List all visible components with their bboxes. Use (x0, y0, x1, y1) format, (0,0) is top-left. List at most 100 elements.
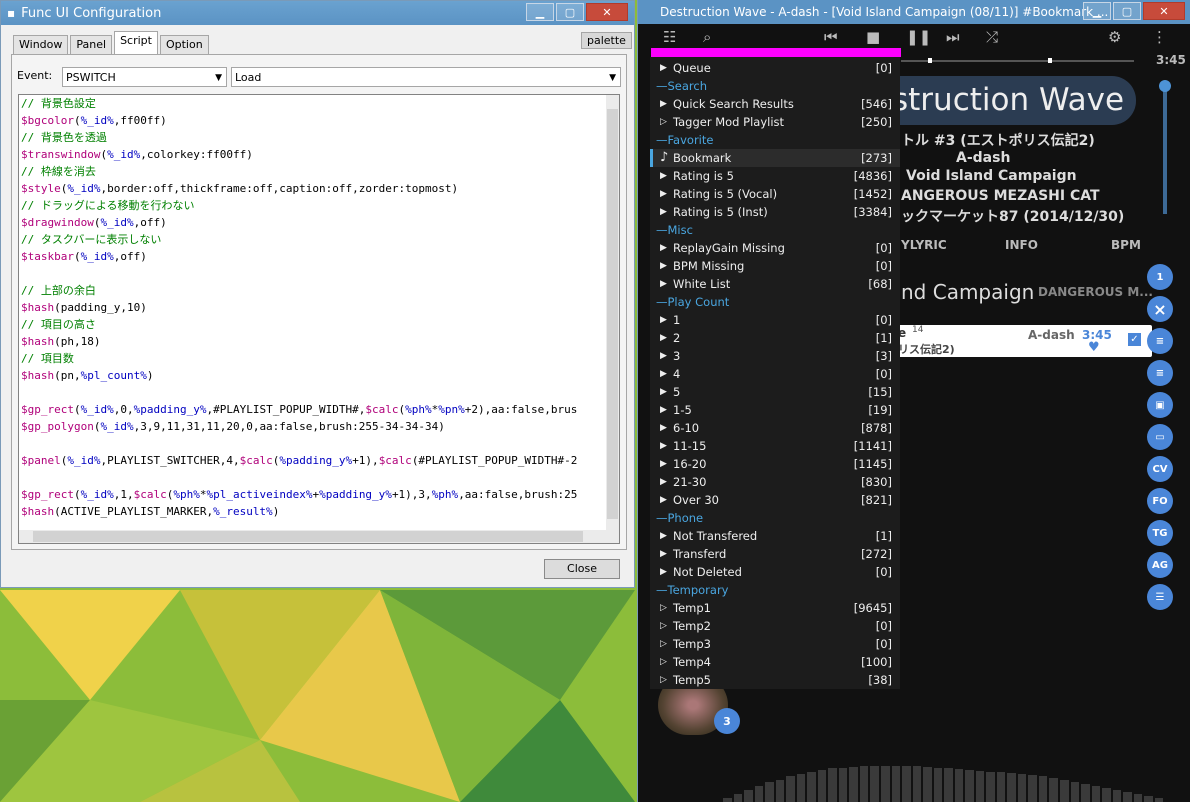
playlist-item-temp5[interactable]: ▷ Temp5 [38] (650, 671, 900, 689)
spectrum-bar (1007, 773, 1016, 802)
ag-button[interactable]: AG (1147, 552, 1173, 578)
playlist-item-4[interactable]: ▶ 4 [0] (650, 365, 900, 383)
playlist-item-temp4[interactable]: ▷ Temp4 [100] (650, 653, 900, 671)
palette-button[interactable]: palette (581, 32, 632, 49)
track-row[interactable]: e 14 リス伝記2) A-dash 3:45 ♥ ✓ (892, 325, 1152, 357)
pause-icon[interactable]: ❚❚ (906, 28, 931, 46)
playlist-item-quick-search-results[interactable]: ▶ Quick Search Results [546] (650, 95, 900, 113)
script-editor[interactable]: // 背景色設定 $bgcolor(%_id%,ff00ff) // 背景色を透過 $… (18, 94, 620, 544)
close-circle-icon[interactable]: × (1147, 296, 1173, 322)
scroll-thumb[interactable] (33, 531, 583, 542)
playlist-item-replaygain-missing[interactable]: ▶ ReplayGain Missing [0] (650, 239, 900, 257)
playlist-item-bookmark[interactable]: ♪ Bookmark [273] (650, 149, 900, 167)
playlist-menu-icon[interactable]: ☷ (663, 28, 676, 46)
playlist-item-over-30[interactable]: ▶ Over 30 [821] (650, 491, 900, 509)
playlist-item-5[interactable]: ▶ 5 [15] (650, 383, 900, 401)
search-icon[interactable]: ⌕ (703, 28, 711, 46)
playlist-item-temp3[interactable]: ▷ Temp3 [0] (650, 635, 900, 653)
spectrum-bar (870, 766, 879, 802)
info-line: ックマーケット87 (2014/12/30) (901, 209, 1125, 225)
minimize-button[interactable]: ▁ (526, 3, 554, 21)
scroll-thumb[interactable] (607, 109, 618, 519)
shuffle-icon[interactable]: ⤮ (986, 28, 998, 46)
tab-panel[interactable]: Panel (70, 35, 113, 56)
next-icon[interactable]: ⏭ (946, 28, 960, 46)
playlist-item-not-deleted[interactable]: ▶ Not Deleted [0] (650, 563, 900, 581)
horizontal-scrollbar[interactable] (19, 530, 606, 543)
playlist-item-temp1[interactable]: ▷ Temp1 [9645] (650, 599, 900, 617)
item-label: —Play Count (656, 295, 730, 309)
playlist-item-6-10[interactable]: ▶ 6-10 [878] (650, 419, 900, 437)
vertical-scrollbar[interactable] (606, 95, 619, 543)
item-count: [546] (861, 97, 892, 111)
maximize-button[interactable]: ▢ (556, 3, 584, 21)
playlist-item-queue[interactable]: ▶ Queue [0] (650, 59, 900, 77)
tab-lyric[interactable]: YLYRIC (901, 238, 947, 252)
play-arrow-icon: ▶ (660, 423, 667, 433)
play-arrow-icon: ▶ (660, 279, 667, 289)
spectrum-bar (923, 767, 932, 802)
action-select[interactable]: Load ▼ (231, 67, 621, 87)
playlist-item-1-5[interactable]: ▶ 1-5 [19] (650, 401, 900, 419)
event-select[interactable]: PSWITCH ▼ (62, 67, 227, 87)
tab-window[interactable]: Window (13, 35, 69, 56)
code-area[interactable]: // 背景色設定 $bgcolor(%_id%,ff00ff) // 背景色を透過 $… (21, 95, 609, 527)
item-label: 11-15 (673, 439, 707, 453)
minimize-button[interactable]: ▁ (1083, 2, 1111, 20)
tab-info[interactable]: INFO (1005, 238, 1038, 252)
close-button[interactable]: Close (544, 559, 620, 579)
play-arrow-icon: ▶ (660, 351, 667, 361)
tab-script[interactable]: Script (114, 31, 158, 56)
volume-knob[interactable] (1159, 80, 1171, 92)
item-label: Temp4 (673, 655, 711, 669)
spectrum-bar (786, 776, 795, 802)
app-icon: ▪ (7, 6, 16, 20)
playlist-item-2[interactable]: ▶ 2 [1] (650, 329, 900, 347)
layers-icon[interactable]: ≡ (1147, 328, 1173, 354)
layers-icon[interactable]: ≡ (1147, 360, 1173, 386)
playlist-item-3[interactable]: ▶ 3 [3] (650, 347, 900, 365)
playlist-item-rating-is-5[interactable]: ▶ Rating is 5 [4836] (650, 167, 900, 185)
close-window-button[interactable]: ✕ (1143, 2, 1185, 20)
config-titlebar[interactable]: ▪ Func UI Configuration ▁ ▢ ✕ (1, 1, 634, 25)
playlist-item-temp2[interactable]: ▷ Temp2 [0] (650, 617, 900, 635)
playlist-item-16-20[interactable]: ▶ 16-20 [1145] (650, 455, 900, 473)
folder-icon[interactable]: ▭ (1147, 424, 1173, 450)
tg-button[interactable]: TG (1147, 520, 1173, 546)
tab-bpm[interactable]: BPM (1111, 238, 1141, 252)
gear-icon[interactable]: ⚙ (1108, 28, 1121, 46)
info-line: トル #3 (エストポリス伝記2) (901, 133, 1095, 149)
item-count: [1141] (853, 439, 892, 453)
more-icon[interactable]: ⋮ (1152, 28, 1167, 46)
fo-button[interactable]: FO (1147, 488, 1173, 514)
close-window-button[interactable]: ✕ (586, 3, 628, 21)
code-line: // 項目の高さ (21, 318, 96, 331)
playlist-item-rating-is-5-vocal[interactable]: ▶ Rating is 5 (Vocal) [1452] (650, 185, 900, 203)
play-arrow-icon: ▶ (660, 495, 667, 505)
volume-bar[interactable] (1163, 84, 1167, 214)
seek-bar[interactable] (901, 60, 1134, 62)
playlist-item-21-30[interactable]: ▶ 21-30 [830] (650, 473, 900, 491)
tab-option[interactable]: Option (159, 35, 209, 56)
previous-icon[interactable]: ⏮ (824, 28, 838, 46)
badge-1[interactable]: 1 (1147, 264, 1173, 290)
spectrum-bar (1028, 775, 1037, 802)
cv-button[interactable]: CV (1147, 456, 1173, 482)
playlist-item-11-15[interactable]: ▶ 11-15 [1141] (650, 437, 900, 455)
checkbox-icon[interactable]: ✓ (1128, 333, 1141, 346)
play-arrow-icon: ▶ (660, 99, 667, 109)
playlist-item-transferd[interactable]: ▶ Transferd [272] (650, 545, 900, 563)
stop-icon[interactable]: ■ (866, 28, 880, 46)
playlist-item-1[interactable]: ▶ 1 [0] (650, 311, 900, 329)
playlist-item-bpm-missing[interactable]: ▶ BPM Missing [0] (650, 257, 900, 275)
maximize-button[interactable]: ▢ (1113, 2, 1141, 20)
playlist-item-not-transfered[interactable]: ▶ Not Transfered [1] (650, 527, 900, 545)
code-line: $hash(padding_y,10) (21, 301, 147, 314)
playlist-item-rating-is-5-inst[interactable]: ▶ Rating is 5 (Inst) [3384] (650, 203, 900, 221)
list-icon[interactable]: ☰ (1147, 584, 1173, 610)
playlist-item-white-list[interactable]: ▶ White List [68] (650, 275, 900, 293)
image-icon[interactable]: ▣ (1147, 392, 1173, 418)
playlist-item-tagger-mod-playlist[interactable]: ▷ Tagger Mod Playlist [250] (650, 113, 900, 131)
item-count: [100] (861, 655, 892, 669)
